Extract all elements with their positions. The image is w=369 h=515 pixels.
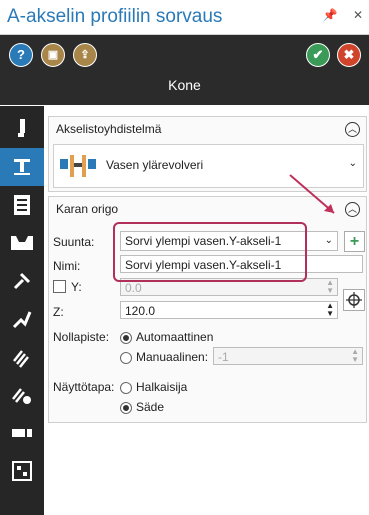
page-subtitle: Kone xyxy=(168,77,201,93)
y-checkbox[interactable] xyxy=(53,280,66,293)
title-bar: A-akselin profiilin sorvaus 📌 ✕ xyxy=(0,0,369,35)
stepper-icon[interactable]: ▲ ▼ xyxy=(326,302,334,318)
name-label: Nimi: xyxy=(53,259,81,273)
path-icon[interactable] xyxy=(0,300,44,338)
radio-icon xyxy=(120,331,132,344)
y-label: Y: xyxy=(71,280,82,294)
zero-auto-radio[interactable]: Automaattinen xyxy=(120,330,213,344)
display-radius-radio[interactable]: Säde xyxy=(120,400,164,414)
radio-icon xyxy=(120,401,132,414)
z-label: Z: xyxy=(53,305,64,319)
ok-button[interactable]: ✔ xyxy=(306,43,330,67)
highlight-box xyxy=(113,222,307,282)
zero-manual-label: Manuaalinen: xyxy=(136,350,209,364)
chevron-down-icon: ⌄ xyxy=(348,158,357,169)
link-icon[interactable] xyxy=(0,262,44,300)
close-icon[interactable]: ✕ xyxy=(353,8,363,22)
thread-icon[interactable] xyxy=(0,338,44,376)
collapse-icon[interactable]: ︿ xyxy=(345,202,360,217)
add-button[interactable]: + xyxy=(344,231,365,252)
save-icon[interactable]: ▣ xyxy=(41,43,65,67)
settings-icon[interactable] xyxy=(0,376,44,414)
cancel-button[interactable]: ✖ xyxy=(337,43,361,67)
stepper-icon[interactable]: ▲ ▼ xyxy=(326,279,334,295)
direction-label: Suunta: xyxy=(53,235,95,249)
zero-auto-label: Automaattinen xyxy=(136,330,214,344)
z-input[interactable]: 120.0 ▲ ▼ xyxy=(120,301,338,319)
axis-panel-title: Akselistoyhdistelmä xyxy=(56,122,162,136)
toolbar: ? ▣ ⇪ ✔ ✖ Kone xyxy=(0,35,369,105)
zero-manual-radio[interactable]: Manuaalinen: xyxy=(120,350,208,364)
bar-icon[interactable] xyxy=(0,414,44,452)
stepper-icon[interactable]: ▲ ▼ xyxy=(351,348,359,364)
grid-icon[interactable] xyxy=(0,452,44,490)
y-value: 0.0 xyxy=(125,281,142,295)
radio-icon xyxy=(120,351,132,364)
display-label: Näyttötapa: xyxy=(53,380,115,394)
display-diameter-label: Halkaisija xyxy=(136,380,188,394)
help-icon[interactable]: ? xyxy=(9,43,33,67)
origin-panel-title: Karan origo xyxy=(56,202,119,216)
chevron-down-icon: ⌄ xyxy=(324,235,333,246)
display-diameter-radio[interactable]: Halkaisija xyxy=(120,380,187,394)
stock-icon[interactable] xyxy=(0,224,44,262)
main-content: Akselistoyhdistelmä ︿ Vasen ylärevolveri… xyxy=(44,106,369,515)
crosshair-button[interactable] xyxy=(343,289,365,311)
collapse-icon[interactable]: ︿ xyxy=(345,122,360,137)
sidebar xyxy=(0,106,44,515)
pin-icon[interactable]: 📌 xyxy=(323,8,338,22)
crosshair-icon xyxy=(346,292,362,308)
list-icon[interactable] xyxy=(0,186,44,224)
display-radius-label: Säde xyxy=(136,400,165,414)
z-value: 120.0 xyxy=(125,304,156,318)
zero-manual-input[interactable]: -1 ▲ ▼ xyxy=(213,347,363,365)
tool-icon[interactable] xyxy=(0,110,44,148)
turret-axis-icon xyxy=(60,155,96,177)
window-title: A-akselin profiilin sorvaus xyxy=(7,6,223,27)
radio-icon xyxy=(120,381,132,394)
zero-label: Nollapiste: xyxy=(53,330,110,344)
export-icon[interactable]: ⇪ xyxy=(73,43,97,67)
annotation-arrow-icon xyxy=(289,174,335,214)
turret-icon[interactable] xyxy=(0,148,44,186)
axis-select-value: Vasen ylärevolveri xyxy=(106,158,204,172)
zero-manual-value: -1 xyxy=(218,350,229,364)
